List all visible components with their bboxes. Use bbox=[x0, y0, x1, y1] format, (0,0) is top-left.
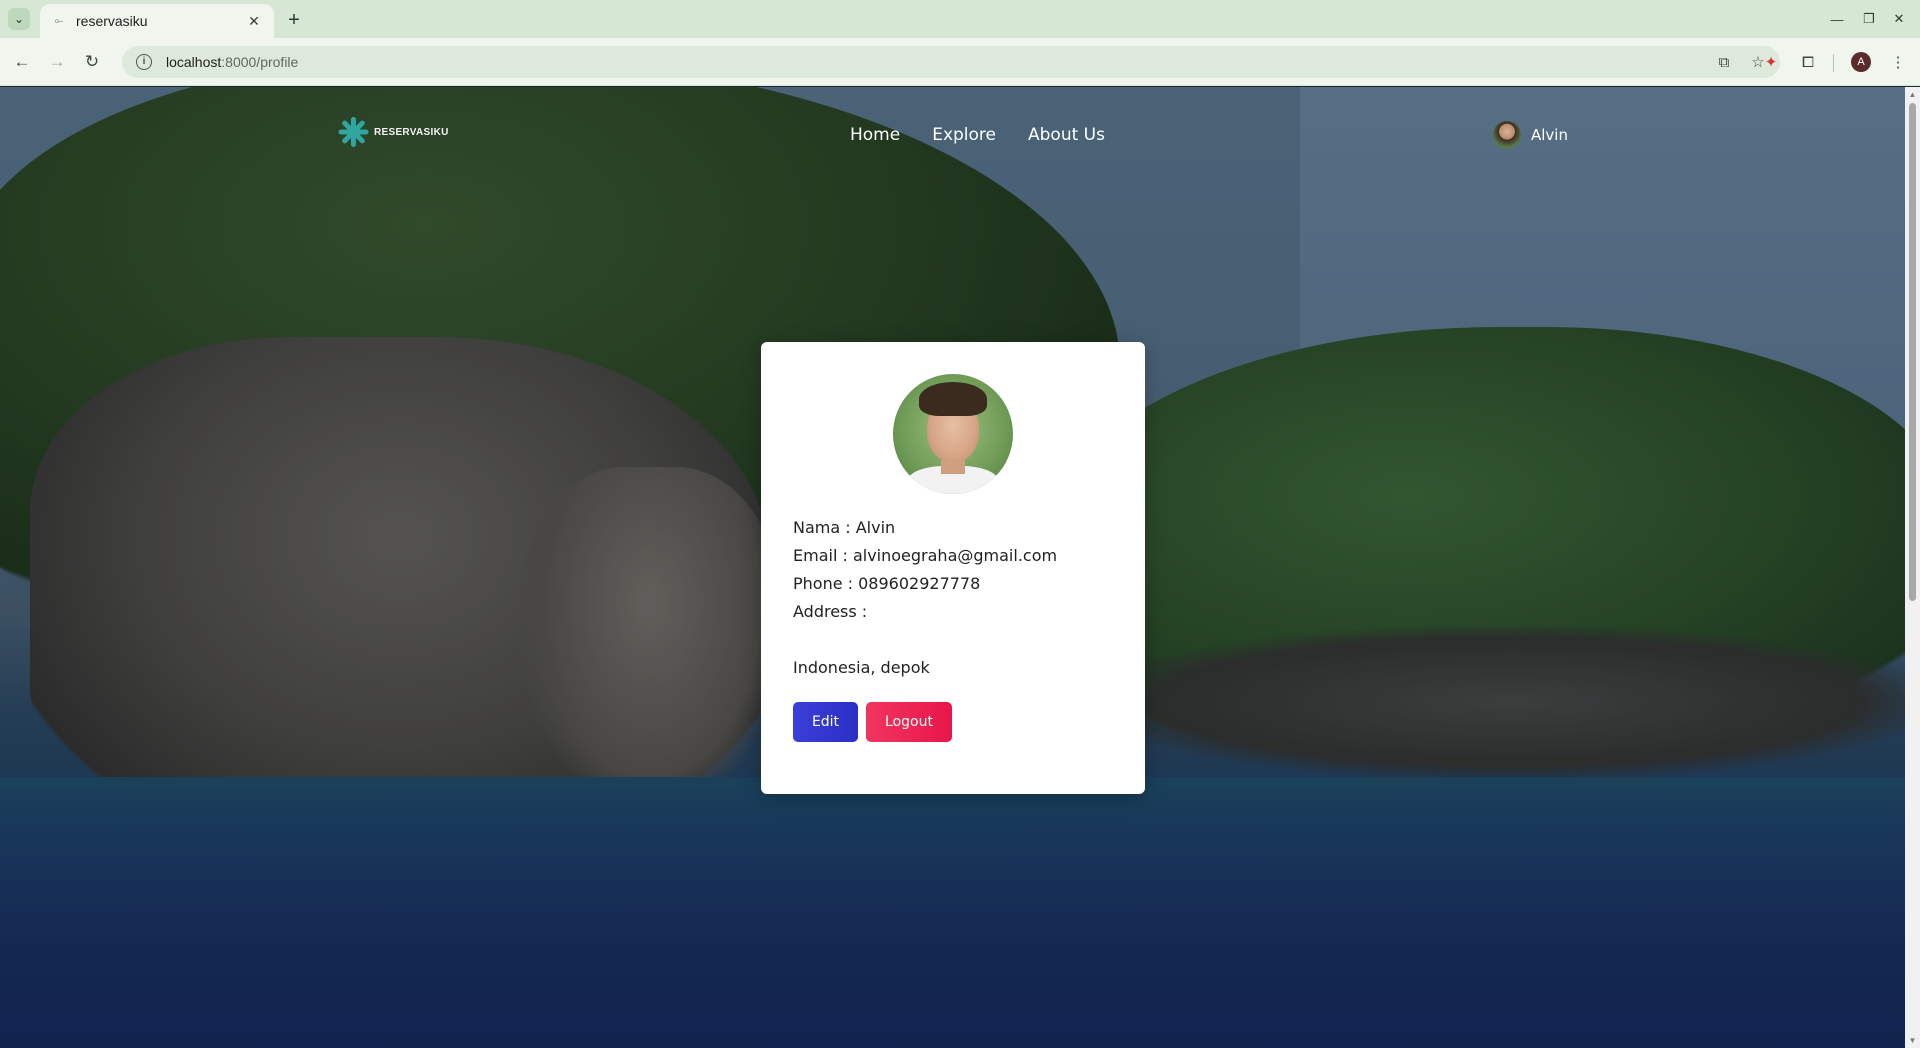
favicon-icon: ⟜ bbox=[54, 14, 64, 27]
browser-toolbar: ← → ↻ i localhost:8000/profile ⧉ ☆ ✦ ⧠ A… bbox=[0, 38, 1920, 86]
browser-menu-icon[interactable]: ⋮ bbox=[1886, 50, 1910, 74]
main-menu: Home Explore About Us bbox=[850, 125, 1105, 145]
extensions-puzzle-icon[interactable]: ⧠ bbox=[1796, 50, 1820, 74]
tab-title: reservasiku bbox=[76, 13, 148, 29]
extension-metamask-icon[interactable]: ✦ bbox=[1759, 50, 1783, 74]
close-tab-icon[interactable]: ✕ bbox=[244, 11, 264, 31]
nav-home-link[interactable]: Home bbox=[850, 125, 900, 145]
profile-photo bbox=[893, 374, 1013, 494]
forward-icon[interactable]: → bbox=[45, 50, 69, 74]
profile-card: Nama : Alvin Email : alvinoegraha@gmail.… bbox=[761, 342, 1145, 794]
toolbar-divider bbox=[1833, 54, 1834, 72]
scroll-down-icon[interactable]: ▼ bbox=[1908, 1036, 1917, 1045]
profile-name: Nama : Alvin bbox=[793, 518, 896, 537]
reload-icon[interactable]: ↻ bbox=[80, 50, 104, 74]
url-text[interactable]: localhost:8000/profile bbox=[166, 54, 298, 70]
browser-profile-avatar[interactable]: A bbox=[1851, 52, 1871, 72]
logo-text: RESERVASIKU bbox=[374, 126, 449, 138]
scroll-up-icon[interactable]: ▲ bbox=[1908, 90, 1917, 99]
nav-about-link[interactable]: About Us bbox=[1028, 125, 1105, 145]
profile-address-label: Address : bbox=[793, 602, 868, 621]
close-window-icon[interactable]: ✕ bbox=[1888, 8, 1910, 30]
back-icon[interactable]: ← bbox=[10, 50, 34, 74]
edit-button[interactable]: Edit bbox=[793, 702, 858, 742]
restore-icon[interactable]: ❐ bbox=[1858, 8, 1880, 30]
profile-phone: Phone : 089602927778 bbox=[793, 574, 981, 593]
profile-address-value: Indonesia, depok bbox=[793, 658, 930, 677]
page-viewport: RESERVASIKU Home Explore About Us Alvin … bbox=[0, 87, 1905, 1048]
logo-icon bbox=[336, 115, 370, 149]
profile-email: Email : alvinoegraha@gmail.com bbox=[793, 546, 1058, 565]
site-logo[interactable]: RESERVASIKU bbox=[336, 115, 449, 149]
new-tab-button[interactable]: + bbox=[282, 8, 306, 32]
translate-icon[interactable]: ⧉ bbox=[1712, 50, 1736, 74]
user-avatar bbox=[1493, 121, 1521, 149]
site-info-icon[interactable]: i bbox=[136, 54, 152, 70]
logout-button[interactable]: Logout bbox=[866, 702, 952, 742]
user-name: Alvin bbox=[1531, 126, 1568, 144]
nav-explore-link[interactable]: Explore bbox=[932, 125, 996, 145]
address-bar[interactable]: i localhost:8000/profile ⧉ ☆ bbox=[122, 46, 1780, 78]
scroll-thumb[interactable] bbox=[1909, 103, 1916, 601]
browser-tab[interactable]: ⟜ reservasiku ✕ bbox=[40, 4, 274, 38]
browser-tab-bar: ⌄ ⟜ reservasiku ✕ + — ❐ ✕ bbox=[0, 0, 1920, 38]
user-menu[interactable]: Alvin bbox=[1493, 121, 1568, 149]
minimize-icon[interactable]: — bbox=[1826, 8, 1848, 30]
page-scrollbar[interactable]: ▲ ▼ bbox=[1905, 87, 1920, 1048]
tab-search-icon[interactable]: ⌄ bbox=[8, 8, 30, 30]
profile-details: Nama : Alvin Email : alvinoegraha@gmail.… bbox=[793, 514, 1057, 682]
site-navbar: RESERVASIKU Home Explore About Us Alvin bbox=[0, 87, 1905, 187]
profile-actions: Edit Logout bbox=[793, 702, 952, 742]
